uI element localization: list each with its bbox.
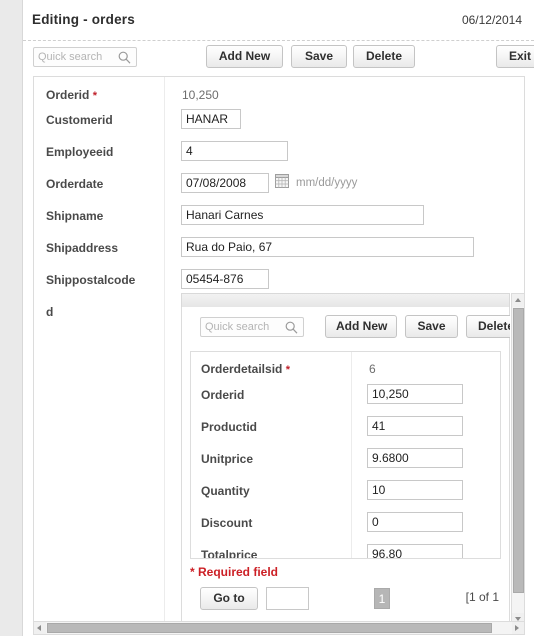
delete-button[interactable]: Delete [353, 45, 415, 68]
app-header: Editing - orders 06/12/2014 [23, 0, 534, 41]
subpanel-unitprice-input[interactable] [367, 448, 463, 468]
subfield-label-totalprice: Totalprice [201, 548, 258, 559]
shipname-input[interactable] [181, 205, 424, 225]
page-number-1[interactable]: 1 [374, 588, 390, 609]
subpanel-discount-input[interactable] [367, 512, 463, 532]
field-label-orderid: Orderid * [46, 88, 97, 102]
scroll-up-arrow-icon[interactable] [512, 294, 524, 307]
subpanel-add-new-button[interactable]: Add New [325, 315, 397, 338]
subpanel-search-input[interactable] [205, 318, 285, 336]
search-icon[interactable] [118, 51, 131, 64]
field-label-shipname: Shipname [46, 209, 104, 223]
form-row-shipaddress: Shipaddress [34, 237, 524, 273]
content-panel: Editing - orders 06/12/2014 Add New Save… [22, 0, 534, 636]
subfield-label-discount: Discount [201, 516, 253, 530]
field-label-shippostalcode: Shippostalcode [46, 273, 136, 287]
orderdetails-form: Orderdetailsid * 6 Orderid Productid [190, 351, 501, 559]
field-label-truncated: d [46, 305, 54, 319]
subfield-label-orderid: Orderid [201, 388, 245, 402]
exit-button[interactable]: Exit [496, 45, 534, 68]
shipaddress-input[interactable] [181, 237, 474, 257]
subfield-label-productid: Productid [201, 420, 257, 434]
orderdetails-subpanel: Add New Save Delete Orderdetailsid * 6 [181, 293, 524, 625]
customerid-input[interactable] [181, 109, 241, 129]
field-label-employeeid: Employeeid [46, 145, 114, 159]
record-form-card: Orderid * 10,250 Customerid Employeeid O… [33, 76, 525, 626]
go-to-page-input[interactable] [266, 587, 309, 610]
subpanel-quick-search-box[interactable] [200, 317, 304, 337]
subpanel-search-icon[interactable] [285, 321, 298, 334]
app-window: Editing - orders 06/12/2014 Add New Save… [0, 0, 534, 636]
page-count-label: [1 of 1 [465, 590, 499, 604]
vertical-scroll-thumb[interactable] [513, 308, 524, 593]
add-new-button[interactable]: Add New [206, 45, 283, 68]
subpanel-vertical-scrollbar[interactable] [511, 293, 524, 625]
subpanel-totalprice-input[interactable] [367, 544, 463, 558]
search-input[interactable] [38, 48, 118, 66]
subpanel-save-button[interactable]: Save [405, 315, 458, 338]
subpanel-titlebar [181, 293, 510, 307]
employeeid-input[interactable] [181, 141, 288, 161]
subpanel-body: Add New Save Delete Orderdetailsid * 6 [181, 307, 510, 625]
save-button[interactable]: Save [291, 45, 347, 68]
scroll-left-arrow-icon[interactable] [34, 622, 46, 634]
subfield-label-quantity: Quantity [201, 484, 250, 498]
subpanel-pager: Go to 1 [1 of 1 [190, 583, 501, 617]
subform-row-totalprice: Totalprice [191, 544, 500, 559]
horizontal-scrollbar[interactable] [33, 621, 525, 635]
subfield-value-orderdetailsid: 6 [369, 362, 376, 376]
field-value-orderid: 10,250 [182, 88, 219, 102]
calendar-icon[interactable] [275, 174, 289, 188]
required-asterisk: * [92, 90, 97, 102]
page-title: Editing - orders [32, 12, 135, 27]
subpanel-quantity-input[interactable] [367, 480, 463, 500]
go-to-button[interactable]: Go to [200, 587, 258, 610]
subfield-label-orderdetailsid: Orderdetailsid * [201, 362, 290, 376]
subpanel-toolbar: Add New Save Delete [182, 307, 510, 343]
field-label-orderdate: Orderdate [46, 177, 104, 191]
date-format-hint: mm/dd/yyyy [296, 177, 358, 189]
header-date: 06/12/2014 [461, 13, 522, 27]
subpanel-orderid-input[interactable] [367, 384, 463, 404]
orderdetails-scroll-host: Add New Save Delete Orderdetailsid * 6 [181, 293, 510, 625]
required-field-note: * Required field [190, 565, 279, 579]
horizontal-scroll-thumb[interactable] [47, 623, 492, 633]
subpanel-delete-button[interactable]: Delete [466, 315, 510, 338]
field-label-customerid: Customerid [46, 113, 113, 127]
shippostalcode-input[interactable] [181, 269, 269, 289]
main-toolbar: Add New Save Delete Exit [23, 41, 534, 76]
subpanel-productid-input[interactable] [367, 416, 463, 436]
scroll-right-arrow-icon[interactable] [512, 622, 524, 634]
form-row-employeeid: Employeeid [34, 141, 524, 177]
quick-search-box[interactable] [33, 47, 137, 67]
orderdate-input[interactable] [181, 173, 269, 193]
subpanel-required-asterisk: * [285, 364, 290, 376]
field-label-shipaddress: Shipaddress [46, 241, 119, 255]
subfield-label-unitprice: Unitprice [201, 452, 254, 466]
